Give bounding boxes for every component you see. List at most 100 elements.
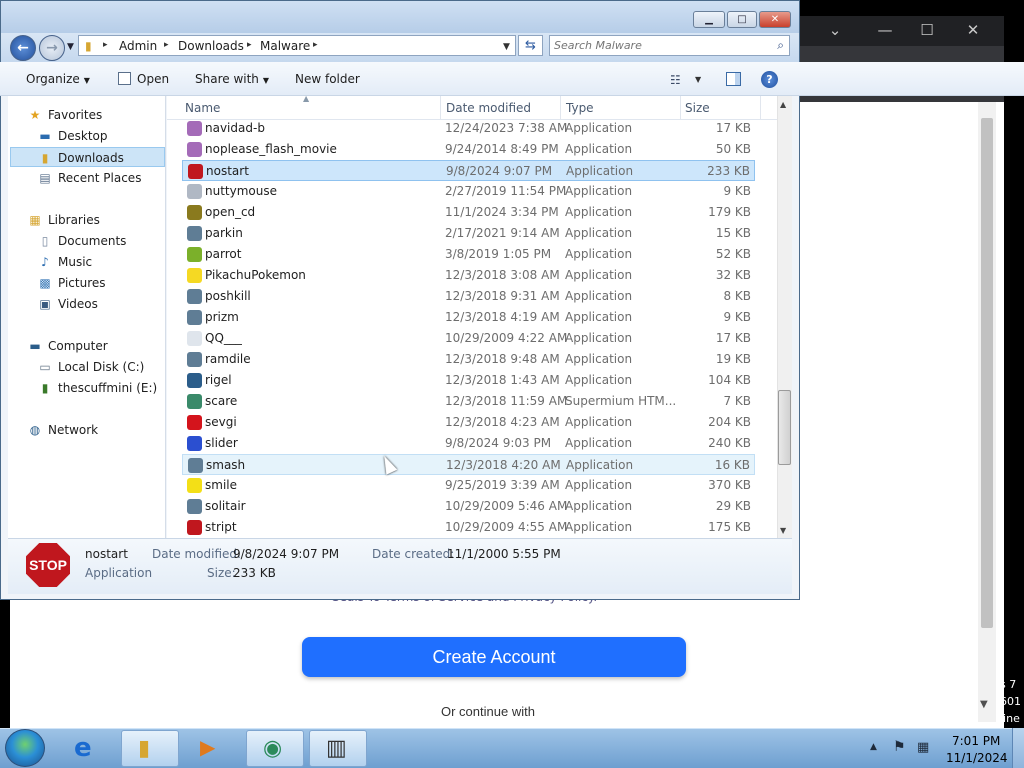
forward-button[interactable]: → [39, 35, 65, 61]
show-hidden-icons-icon[interactable]: ▲ [870, 742, 877, 752]
open-app-icon[interactable] [118, 72, 131, 85]
nav-local-disk[interactable]: ▭ Local Disk (C:) [37, 357, 144, 377]
media-player-icon[interactable]: ▶ [200, 735, 215, 759]
file-row[interactable]: poshkill 12/3/2018 9:31 AM Application 8 KB [182, 286, 755, 307]
file-date-modified: 3/8/2019 1:05 PM [445, 247, 552, 261]
file-row[interactable]: smile 9/25/2019 3:39 AM Application 370 KB [182, 475, 755, 496]
recent-pages-dropdown-icon[interactable]: ▼ [67, 42, 74, 52]
column-size[interactable]: Size [685, 101, 710, 115]
column-type[interactable]: Type [566, 101, 594, 115]
file-row[interactable]: parrot 3/8/2019 1:05 PM Application 52 KB [182, 244, 755, 265]
nav-music[interactable]: ♪ Music [37, 252, 92, 272]
taskbar-explorer-button[interactable]: ▮ [121, 730, 179, 767]
file-list-scrollbar[interactable] [777, 96, 792, 538]
address-bar[interactable]: ▮ ▸ Admin ▸ Downloads ▸ Malware ▸ [78, 35, 516, 56]
close-button[interactable]: ✕ [759, 11, 791, 28]
file-row[interactable]: stript 10/29/2009 4:55 AM Application 175 K… [182, 517, 755, 538]
organize-button[interactable]: Organize ▼ [26, 72, 90, 86]
documents-icon: ▯ [41, 234, 49, 248]
clock-time[interactable]: 7:01 PM [952, 734, 1000, 748]
clock-date[interactable]: 11/1/2024 [946, 751, 1008, 765]
search-input[interactable] [554, 38, 764, 53]
nav-network[interactable]: ◍ Network [27, 420, 98, 440]
refresh-button[interactable]: ⇆ [518, 35, 543, 56]
file-row[interactable]: sevgi 12/3/2018 4:23 AM Application 204 KB [182, 412, 755, 433]
file-date-modified: 12/3/2018 3:08 AM [445, 268, 560, 282]
file-type: Application [565, 436, 633, 450]
file-row[interactable]: prizm 12/3/2018 4:19 AM Application 9 KB [182, 307, 755, 328]
taskbar-photo-app-button[interactable]: ▥ [309, 730, 367, 767]
nav-videos[interactable]: ▣ Videos [37, 294, 98, 314]
search-box[interactable]: ⌕ [549, 35, 790, 56]
nav-downloads[interactable]: ▮ Downloads [10, 147, 165, 167]
nav-usb-drive[interactable]: ▮ thescuffmini (E:) [37, 378, 158, 398]
help-icon[interactable]: ? [761, 71, 778, 88]
chrome-scroll-thumb[interactable] [981, 118, 993, 628]
network-tray-icon[interactable]: ▦ [917, 740, 929, 755]
breadcrumb-downloads[interactable]: Downloads [178, 39, 244, 53]
internet-explorer-icon[interactable]: e [74, 733, 92, 763]
file-row[interactable]: noplease_flash_movie 9/24/2014 8:49 PM App… [182, 139, 755, 160]
file-row[interactable]: rigel 12/3/2018 1:43 AM Application 104 KB [182, 370, 755, 391]
nav-computer[interactable]: ▬ Computer [27, 336, 107, 356]
breadcrumb-admin[interactable]: Admin [119, 39, 157, 53]
nav-recent-places[interactable]: ▤ Recent Places [37, 168, 141, 188]
column-divider[interactable] [560, 96, 561, 120]
view-dropdown-icon[interactable]: ▼ [695, 75, 701, 84]
nav-documents[interactable]: ▯ Documents [37, 231, 127, 251]
column-date-modified[interactable]: Date modified [446, 101, 531, 115]
share-with-button[interactable]: Share with ▼ [195, 72, 269, 86]
create-account-button[interactable]: Create Account [302, 637, 686, 677]
minimize-button[interactable]: ▁ [693, 11, 725, 28]
file-list[interactable]: ▲ Name Date modified Type Size navidad-b… [167, 94, 777, 538]
file-row[interactable]: scare 12/3/2018 11:59 AM Supermium HTM... 7… [182, 391, 755, 412]
breadcrumb-separator-icon[interactable]: ▸ [103, 40, 108, 50]
file-row[interactable]: navidad-b 12/24/2023 7:38 AM Application 17… [182, 118, 755, 139]
address-dropdown-icon[interactable]: ▼ [503, 42, 510, 52]
file-row[interactable]: slider 9/8/2024 9:03 PM Application 240 KB [182, 433, 755, 454]
nav-libraries[interactable]: ▦ Libraries [27, 210, 100, 230]
breadcrumb-separator-icon[interactable]: ▸ [164, 40, 169, 50]
nav-favorites[interactable]: ★ Favorites [27, 105, 103, 125]
file-row[interactable]: ramdile 12/3/2018 9:48 AM Application 19 KB [182, 349, 755, 370]
back-button[interactable]: ← [10, 35, 36, 61]
explorer-titlebar[interactable]: ▁ □ ✕ [1, 1, 799, 33]
maximize-button[interactable]: □ [727, 11, 757, 28]
file-row[interactable]: nuttymouse 2/27/2019 11:54 PM Application 9… [182, 181, 755, 202]
file-row[interactable]: open_cd 11/1/2024 3:34 PM Application 179 K… [182, 202, 755, 223]
new-folder-button[interactable]: New folder [295, 72, 360, 86]
scroll-down-icon[interactable]: ▼ [780, 526, 786, 535]
column-name[interactable]: Name [185, 101, 220, 115]
action-center-flag-icon[interactable]: ⚑ [893, 739, 906, 755]
open-button[interactable]: Open [137, 72, 169, 86]
file-row[interactable]: nostart 9/8/2024 9:07 PM Application 233 KB [182, 160, 755, 181]
file-row[interactable]: PikachuPokemon 12/3/2018 3:08 AM Applicati… [182, 265, 755, 286]
column-divider[interactable] [680, 96, 681, 120]
chrome-scroll-down-icon[interactable]: ▼ [980, 699, 988, 710]
column-divider[interactable] [440, 96, 441, 120]
breadcrumb-separator-icon[interactable]: ▸ [313, 40, 318, 50]
chrome-maximize-icon[interactable]: ☐ [912, 21, 942, 39]
search-icon[interactable]: ⌕ [777, 38, 784, 53]
file-row[interactable]: QQ___ 10/29/2009 4:22 AM Application 17 KB [182, 328, 755, 349]
nav-pictures[interactable]: ▩ Pictures [37, 273, 105, 293]
preview-pane-icon[interactable] [726, 72, 741, 86]
recent-places-icon: ▤ [39, 171, 51, 185]
column-divider[interactable] [760, 96, 761, 120]
nav-desktop[interactable]: ▬ Desktop [37, 126, 107, 146]
file-row[interactable]: parkin 2/17/2021 9:14 AM Application 15 KB [182, 223, 755, 244]
change-view-icon[interactable]: ☷ [670, 73, 681, 87]
file-row[interactable]: smash 12/3/2018 4:20 AM Application 16 KB [182, 454, 755, 475]
chrome-tab-dropdown-icon[interactable]: ⌄ [820, 21, 850, 39]
start-button[interactable] [5, 729, 45, 767]
file-list-scroll-thumb[interactable] [778, 390, 791, 465]
breadcrumb-separator-icon[interactable]: ▸ [247, 40, 252, 50]
scroll-up-icon[interactable]: ▲ [780, 100, 786, 109]
chrome-minimize-icon[interactable]: — [870, 21, 900, 39]
file-row[interactable]: solitair 10/29/2009 5:46 AM Application 29 … [182, 496, 755, 517]
chrome-close-icon[interactable]: ✕ [958, 21, 988, 39]
taskbar-browser-button[interactable]: ◉ [246, 730, 304, 767]
show-desktop-button[interactable] [1012, 728, 1024, 768]
file-type: Supermium HTM... [565, 394, 677, 408]
breadcrumb-malware[interactable]: Malware [260, 39, 310, 53]
